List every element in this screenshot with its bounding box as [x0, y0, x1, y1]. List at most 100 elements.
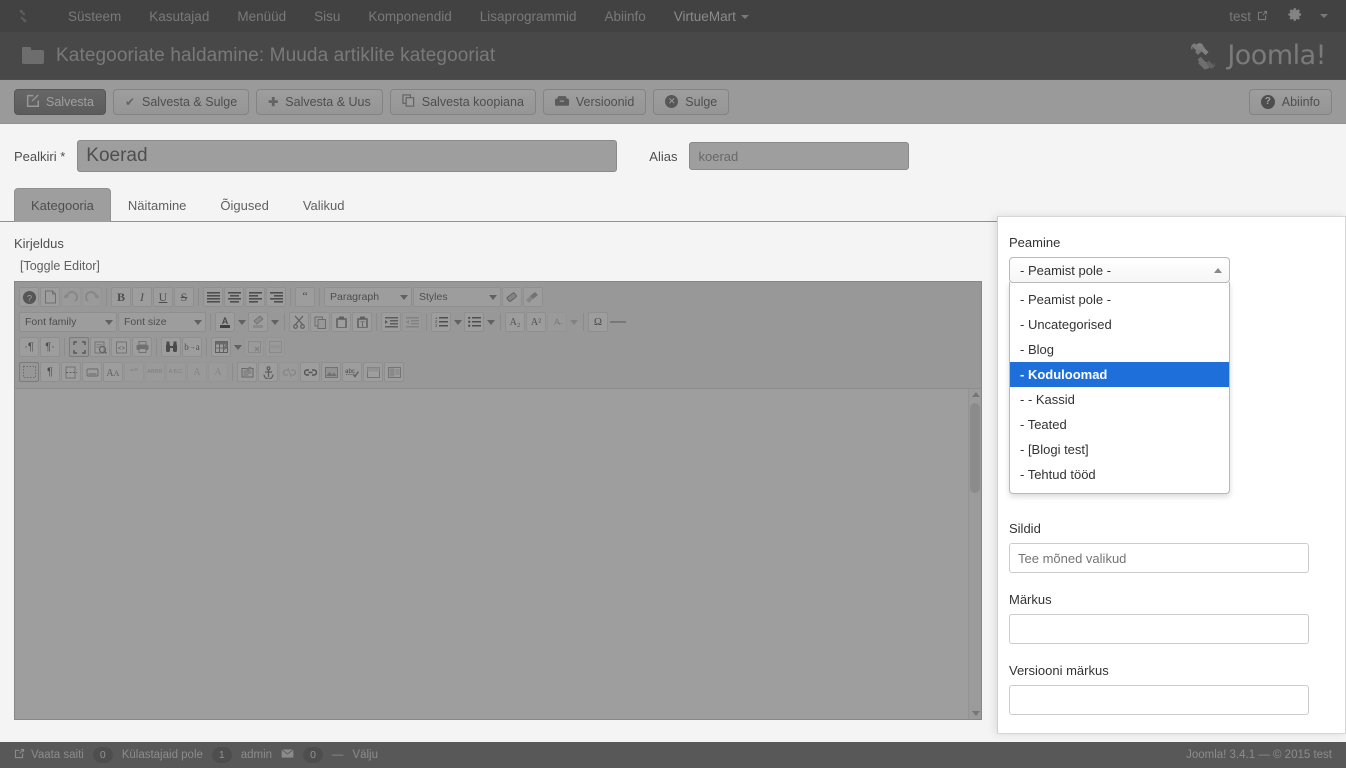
abbreviation-icon[interactable]: ABBR — [145, 362, 165, 382]
attributes-icon[interactable] — [237, 362, 257, 382]
page-break-icon[interactable] — [61, 362, 81, 382]
remove-format-icon[interactable]: A̶ — [547, 312, 567, 332]
toggle-editor-link[interactable]: [Toggle Editor] — [20, 259, 982, 273]
save-and-new-button[interactable]: ✚ Salvesta & Uus — [256, 88, 383, 115]
redo-icon[interactable] — [82, 287, 102, 307]
topnav-item-abiinfo[interactable]: Abiinfo — [591, 3, 660, 30]
align-right-icon[interactable] — [266, 287, 286, 307]
chevron-down-icon[interactable] — [1320, 14, 1328, 18]
unordered-list-icon[interactable] — [464, 312, 484, 332]
search-binoculars-icon[interactable] — [161, 337, 181, 357]
view-site-link[interactable]: Vaata saiti — [14, 748, 84, 762]
acronym-icon[interactable]: A.B.C. — [166, 362, 186, 382]
tab-naitamine[interactable]: Näitamine — [111, 188, 204, 222]
anchor-icon[interactable] — [258, 362, 278, 382]
rtl-direction-icon[interactable]: ¶· — [40, 337, 60, 357]
horizontal-rule-icon[interactable]: — — [609, 313, 627, 331]
option-teated[interactable]: - Teated — [1010, 412, 1229, 437]
topnav-item-sisu[interactable]: Sisu — [300, 3, 354, 30]
bold-icon[interactable]: B — [111, 287, 131, 307]
paragraph-format-select[interactable]: Paragraph — [324, 287, 412, 307]
versions-button[interactable]: Versioonid — [542, 88, 647, 115]
print-icon[interactable] — [132, 337, 152, 357]
parent-select[interactable]: - Peamist pole - — [1009, 257, 1230, 283]
help-circle-icon[interactable]: ? — [19, 287, 39, 307]
font-size-select[interactable]: Font size — [118, 312, 206, 332]
remove-link-icon[interactable]: A — [187, 362, 207, 382]
underline-icon[interactable]: U — [153, 287, 173, 307]
topnav-item-kasutajad[interactable]: Kasutajad — [135, 3, 223, 30]
undo-icon[interactable] — [61, 287, 81, 307]
topnav-item-susteem[interactable]: Süsteem — [54, 3, 135, 30]
table-chevron-icon[interactable] — [232, 344, 243, 350]
insert-layer-icon[interactable] — [363, 362, 383, 382]
tab-kategooria[interactable]: Kategooria — [14, 188, 111, 222]
tags-input[interactable] — [1009, 543, 1309, 573]
visitors-label[interactable]: Külastajaid pole — [122, 749, 203, 761]
text-color-icon[interactable]: A — [215, 312, 235, 332]
paste-as-text-icon[interactable]: T — [352, 312, 372, 332]
highlight-color-icon[interactable] — [248, 312, 268, 332]
wysiwyg-content-area[interactable] — [15, 389, 981, 719]
ltr-direction-icon[interactable]: ·¶ — [19, 337, 39, 357]
ordered-list-icon[interactable]: 123 — [431, 312, 451, 332]
note-input[interactable] — [1009, 614, 1309, 644]
blockquote-icon[interactable]: “ — [295, 287, 315, 307]
option-blogi-test[interactable]: - [Blogi test] — [1010, 437, 1229, 462]
eraser-icon[interactable] — [502, 287, 522, 307]
styles-select[interactable]: Styles — [413, 287, 501, 307]
editor-scrollbar[interactable] — [968, 389, 981, 719]
remove-format-chevron-icon[interactable] — [568, 319, 579, 325]
save-and-close-button[interactable]: ✔ Salvesta & Sulge — [112, 88, 250, 115]
align-left-icon[interactable] — [245, 287, 265, 307]
media-icon[interactable] — [384, 362, 404, 382]
joomla-logo-icon[interactable] — [14, 7, 32, 25]
cut-scissors-icon[interactable] — [289, 312, 309, 332]
fullscreen-icon[interactable] — [69, 337, 89, 357]
envelope-icon[interactable] — [281, 749, 294, 761]
user-menu[interactable]: test — [1221, 3, 1276, 30]
subscript-icon[interactable]: A₂ — [505, 312, 525, 332]
topnav-item-menuud[interactable]: Menüüd — [223, 3, 300, 30]
image-icon[interactable] — [321, 362, 341, 382]
text-color-chevron-icon[interactable] — [236, 319, 247, 325]
insert-template-icon[interactable] — [82, 362, 102, 382]
cleanup-broom-icon[interactable] — [523, 287, 543, 307]
save-as-copy-button[interactable]: Salvesta koopiana — [389, 88, 536, 115]
align-justify-icon[interactable] — [203, 287, 223, 307]
link-icon[interactable] — [300, 362, 320, 382]
topnav-item-virtuemart[interactable]: VirtueMart — [660, 3, 763, 30]
visual-aid-icon[interactable] — [19, 362, 39, 382]
scrollbar-thumb[interactable] — [970, 403, 980, 493]
tab-oigused[interactable]: Õigused — [203, 188, 285, 222]
tab-valikud[interactable]: Valikud — [286, 188, 362, 222]
text-case-icon[interactable]: AA — [103, 362, 123, 382]
option-tehtud-tood[interactable]: - Tehtud tööd — [1010, 462, 1229, 487]
insert-link-icon[interactable]: A — [208, 362, 228, 382]
italic-icon[interactable]: I — [132, 287, 152, 307]
preview-icon[interactable] — [90, 337, 110, 357]
option-peamist-pole[interactable]: - Peamist pole - — [1010, 287, 1229, 312]
admin-label[interactable]: admin — [241, 749, 272, 761]
topnav-item-lisaprogrammid[interactable]: Lisaprogrammid — [466, 3, 591, 30]
source-code-icon[interactable]: <> — [111, 337, 131, 357]
spellcheck-icon[interactable]: abc — [342, 362, 362, 382]
superscript-icon[interactable]: A² — [526, 312, 546, 332]
gear-icon[interactable] — [1280, 1, 1311, 32]
delete-table-icon[interactable] — [244, 337, 264, 357]
logout-link[interactable]: Välju — [352, 749, 378, 761]
unordered-list-chevron-icon[interactable] — [485, 319, 496, 325]
paste-icon[interactable] — [331, 312, 351, 332]
scroll-down-icon[interactable] — [972, 711, 980, 716]
version-note-input[interactable] — [1009, 685, 1309, 715]
invisible-characters-icon[interactable]: ¶ — [40, 362, 60, 382]
new-document-icon[interactable] — [40, 287, 60, 307]
strikethrough-icon[interactable]: S — [174, 287, 194, 307]
title-input[interactable] — [77, 140, 618, 172]
unlink-icon[interactable] — [279, 362, 299, 382]
scroll-up-icon[interactable] — [972, 392, 980, 397]
topnav-item-komponendid[interactable]: Komponendid — [354, 3, 465, 30]
alias-input[interactable] — [689, 142, 910, 170]
quote-icon[interactable]: “” — [124, 362, 144, 382]
option-uncategorised[interactable]: - Uncategorised — [1010, 312, 1229, 337]
